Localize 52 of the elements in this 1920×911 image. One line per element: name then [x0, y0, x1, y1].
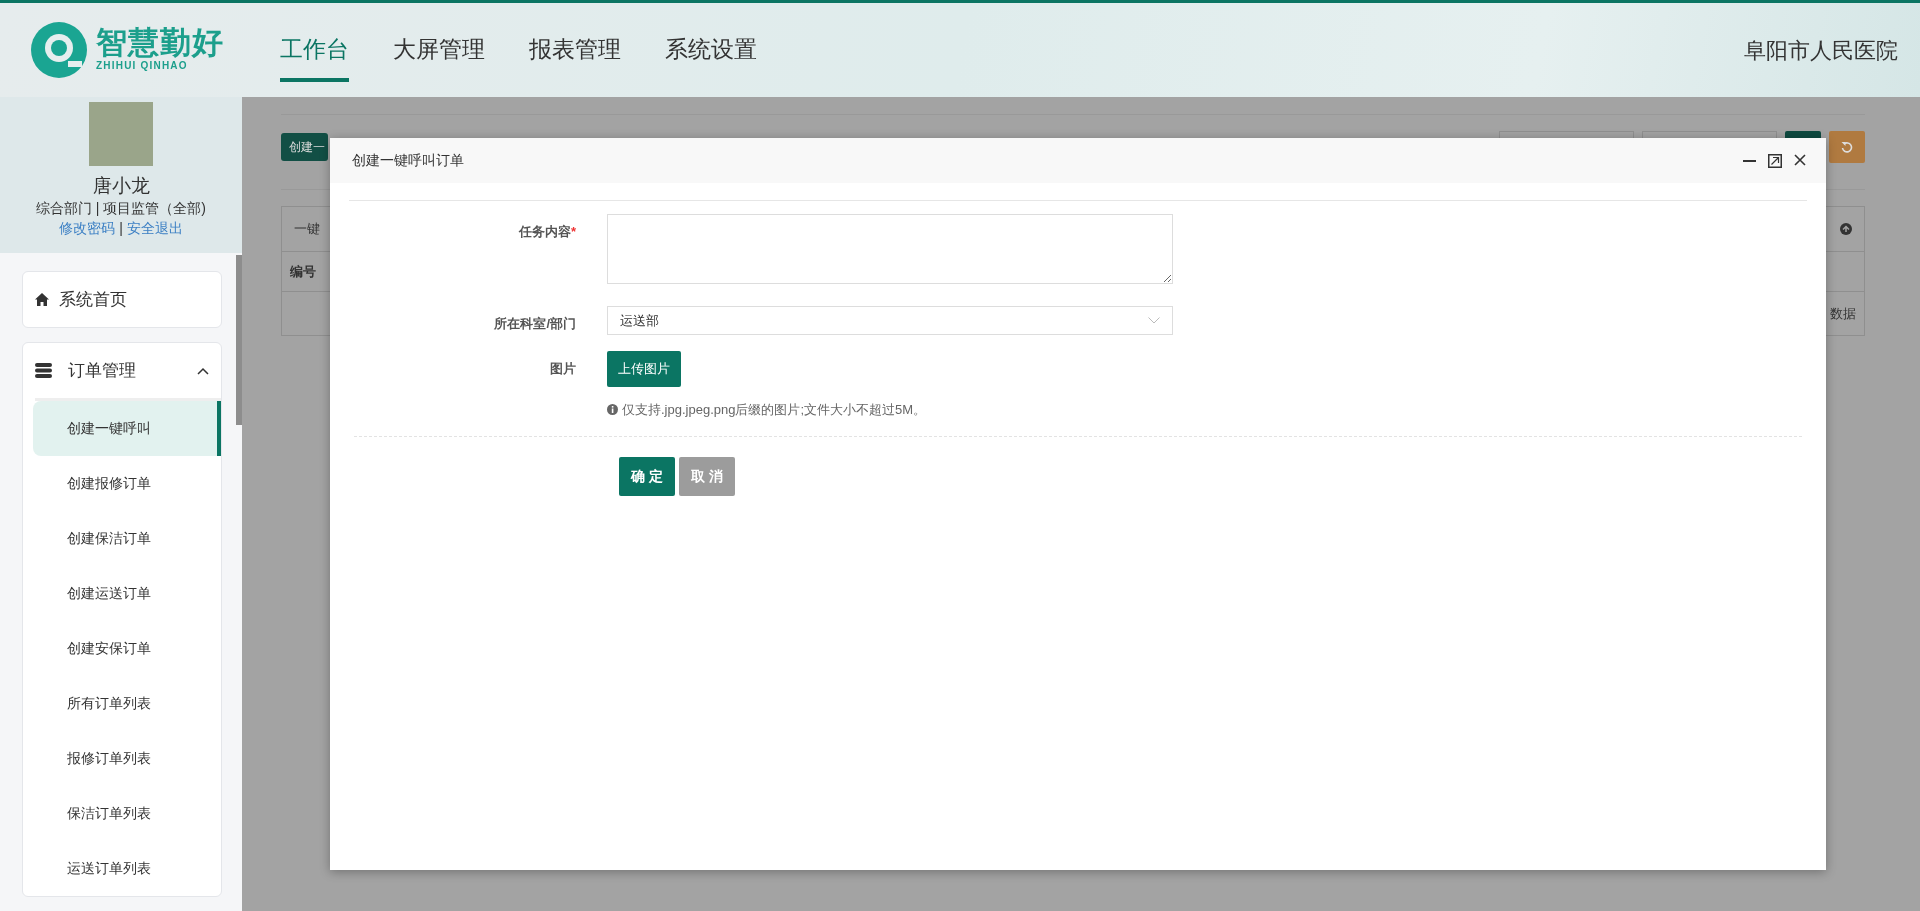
- organization-name: 阜阳市人民医院: [1744, 36, 1898, 65]
- user-link[interactable]: 安全退出: [126, 218, 183, 240]
- menu-item[interactable]: 保洁订单列表: [33, 786, 221, 841]
- collapse-icon[interactable]: [1840, 223, 1852, 235]
- refresh-icon: [1841, 141, 1853, 153]
- text-area-field[interactable]: [607, 214, 1173, 284]
- menu-item[interactable]: 创建安保订单: [33, 621, 221, 676]
- hint-text: 仅支持.jpg.jpeg.png后缀的图片;文件大小不超过5M。: [622, 400, 927, 419]
- dropdown-field[interactable]: 运送部: [607, 306, 1173, 335]
- menu-group-header[interactable]: 订单管理: [23, 343, 221, 398]
- nav-tab[interactable]: 报表管理: [529, 17, 621, 83]
- user-name: 唐小龙: [91, 174, 151, 198]
- menu-item[interactable]: 创建一键呼叫: [33, 401, 221, 456]
- user-role: 综合部门 | 项目监管（全部): [34, 198, 208, 218]
- nav-tab[interactable]: 系统设置: [665, 17, 757, 83]
- link-separator: |: [119, 219, 123, 239]
- field-label: 图片: [549, 360, 577, 378]
- logo-icon: [30, 21, 88, 79]
- logo-subtext: ZHIHUI QINHAO: [96, 59, 189, 73]
- menu-label: 系统首页: [59, 288, 127, 311]
- home-icon: [35, 293, 49, 306]
- server-icon: [35, 363, 52, 378]
- close-icon: [1794, 153, 1806, 166]
- empty-text: 数据: [1830, 304, 1856, 323]
- field-label: 所在科室/部门: [493, 315, 577, 333]
- modal-title: 创建一键呼叫订单: [352, 151, 464, 170]
- info-icon: [607, 403, 618, 415]
- menu-item[interactable]: 创建报修订单: [33, 456, 221, 511]
- menu-item[interactable]: 创建运送订单: [33, 566, 221, 621]
- menu-item[interactable]: 报修订单列表: [33, 731, 221, 786]
- user-link[interactable]: 修改密码: [59, 218, 116, 240]
- column-header: 编号: [290, 262, 316, 281]
- menu-item[interactable]: 运送订单列表: [33, 841, 221, 896]
- minimize-icon: [1743, 159, 1756, 162]
- chevron-down-icon: [1148, 317, 1160, 324]
- dropdown-value: 运送部: [620, 311, 659, 330]
- scrollbar[interactable]: [236, 255, 242, 425]
- panel-title: 一键: [294, 220, 320, 239]
- menu-item[interactable]: 创建保洁订单: [33, 511, 221, 566]
- logo-text: 智慧勤好: [96, 27, 224, 58]
- menu-label: 订单管理: [68, 359, 136, 382]
- refresh-button[interactable]: [1829, 131, 1865, 163]
- nav-tab[interactable]: 大屏管理: [393, 17, 485, 83]
- menu-link[interactable]: 系统首页: [23, 272, 221, 327]
- nav-tab[interactable]: 工作台: [280, 17, 349, 83]
- maximize-icon: [1768, 153, 1782, 168]
- confirm-button[interactable]: 确 定: [619, 457, 675, 496]
- create-button[interactable]: 创建一: [281, 133, 328, 161]
- upload-button[interactable]: 上传图片: [607, 351, 681, 387]
- field-label: 任务内容*: [517, 223, 577, 241]
- menu-item[interactable]: 所有订单列表: [33, 676, 221, 731]
- avatar-placeholder: [89, 102, 153, 166]
